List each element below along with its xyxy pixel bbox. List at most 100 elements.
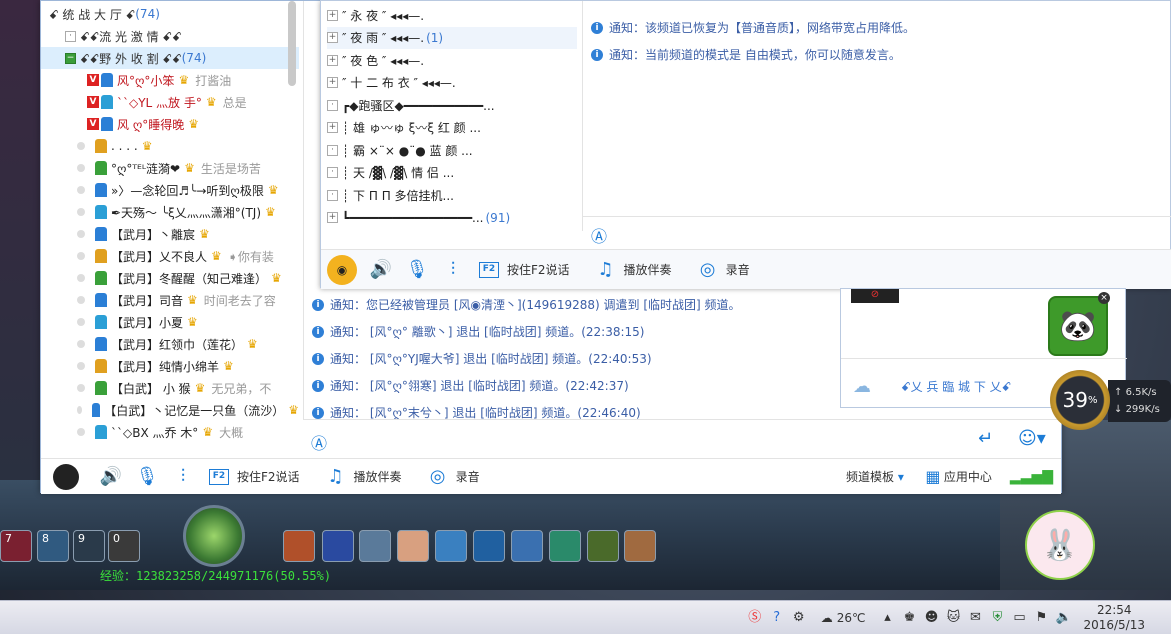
channel-row[interactable]: ꗃ 统 战 大 厅 ꗃ (74) [41,3,299,25]
expand-icon[interactable]: · [327,189,338,201]
font-format-icon[interactable]: Ⓐ [591,223,607,247]
record-button[interactable]: 录音 [726,261,750,278]
expand-icon[interactable]: + [327,77,338,88]
action-center-icon[interactable]: ⚑ [1033,610,1049,626]
skill-slot[interactable]: 9 [73,530,105,562]
channel-row[interactable]: + ┗━━━━━━━━━━━━━━━━━... (91) [327,207,577,229]
channel-row[interactable]: + ″ 夜 雨 ″ ◂◂◂—. (1) [327,26,577,49]
microphone-icon[interactable]: 🎙 [399,259,435,280]
weather-widget[interactable]: ☁ 26℃ [821,611,866,625]
expand-icon[interactable]: + [327,54,338,66]
expand-icon[interactable]: · [65,30,76,42]
channel-row[interactable]: + ″ 夜 色 ″ ◂◂◂—. [327,49,577,71]
net-speed-widget[interactable]: ↑ 6.5K/s ↓ 299K/s 39% [1050,370,1171,432]
pet-avatar[interactable]: 🐰 [1025,510,1095,580]
user-row[interactable]: 【白武】 小 猴 ♛ 无兄弟，不 [41,377,299,399]
settings-icon[interactable]: ⚙ [791,610,807,626]
shield-icon[interactable]: ⛨ [989,610,1005,626]
channel-row[interactable]: · ┏◆跑骚区◆━━━━━━━━━━━... [327,94,577,116]
mixer-icon[interactable]: ⫶ [435,259,471,280]
expand-icon[interactable]: + [327,122,338,133]
cat-tray-icon[interactable]: 🐱 [945,610,961,626]
expand-icon[interactable]: · [327,144,338,156]
expand-icon[interactable]: + [327,212,338,223]
user-row[interactable]: V 风 ღ°睡得晚 ♛ [41,113,299,135]
network-icon[interactable]: ▭ [1011,610,1027,626]
user-row[interactable]: 【武月】纯情小绵羊 ♛ [41,355,299,377]
skill-slot[interactable] [359,530,391,562]
user-row[interactable]: V 风°ღ°小笨 ♛ 打酱油 [41,69,299,91]
expand-icon[interactable]: · [327,99,338,111]
user-row[interactable]: 【武月】冬醒醒（知己难逢） ♛ [41,267,299,289]
tray-expand-icon[interactable]: ▴ [879,610,895,626]
mini-channel-name[interactable]: ꗃ乂 兵 臨 城 下 乂ꗃ [901,378,1011,395]
skill-slot[interactable]: 0 [108,530,140,562]
channel-template-dropdown[interactable]: 频道模板 ▾ [846,468,904,485]
speaker-icon[interactable]: 🔊 [363,259,399,280]
user-row[interactable]: . . . . ♛ [41,135,299,157]
skill-orb[interactable] [183,505,245,567]
skill-slot[interactable] [549,530,581,562]
mixer-icon[interactable]: ⫶ [165,466,201,487]
app-grid-icon[interactable]: ▦ [922,467,944,486]
user-row[interactable]: 【武月】司音 ♛ 时间老去了容 [41,289,299,311]
channel-row[interactable]: · ┊ 霸 ×¨× ●¨● 蓝 颜 ... [327,139,577,161]
channel-row[interactable]: + ″ 十 二 布 衣 ″ ◂◂◂—. [327,72,577,94]
volume-icon[interactable]: 🔈 [1055,610,1071,626]
font-format-icon[interactable]: Ⓐ [311,430,327,454]
mask-avatar[interactable]: ◉ [327,254,357,285]
speaker-icon[interactable]: 🔊 [93,466,129,487]
channel-row[interactable]: + ┊ 雄 ゅ〰ゅ ξ〰ξ 红 颜 ... [327,117,577,139]
play-accompaniment-button[interactable]: 播放伴奏 [624,261,672,278]
qq-tray-icon[interactable]: ☻ [923,610,939,626]
user-row[interactable]: V ``◇YL 灬放 手° ♛ 总是 [41,91,299,113]
expand-icon[interactable]: · [327,167,338,178]
record-icon[interactable]: ◎ [690,259,726,280]
chat-input-row[interactable]: Ⓐ ↵ ☺▾ [303,419,1061,459]
push-to-talk-button[interactable]: 按住F2说话 [237,468,300,485]
user-row[interactable]: 【武月】小夏 ♛ [41,311,299,333]
system-clock[interactable]: 22:54 2016/5/13 [1083,603,1145,633]
channel-row[interactable]: · ┊ 下 Π Π 多倍挂机... [327,184,577,206]
user-row[interactable]: °ღ°ᵀᴱᴸ涟漪❤ ♛ 生活是场苦 [41,157,299,179]
skill-slot[interactable] [322,530,354,562]
user-row[interactable]: 【武月】丶離宸 ♛ [41,223,299,245]
record-button[interactable]: 录音 [456,468,480,485]
record-icon[interactable]: ◎ [420,466,456,487]
push-to-talk-button[interactable]: 按住F2说话 [507,261,570,278]
tree-scrollbar[interactable] [288,1,296,86]
help-icon[interactable]: ? [769,610,785,626]
send-icon[interactable]: ↵ [978,428,993,449]
user-row[interactable]: ``◇BX 灬乔 木° ♛ 大概 [41,421,299,443]
channel-row[interactable]: − ꗃꗃ野 外 收 割 ꗃꗃ (74) [41,47,299,69]
skill-slot[interactable] [587,530,619,562]
expand-icon[interactable]: + [327,9,338,21]
skill-slot[interactable]: 8 [37,530,69,562]
microphone-icon[interactable]: 🎙 [129,466,165,487]
chat-tray-icon[interactable]: ✉ [967,610,983,626]
skill-slot[interactable]: 7 [0,530,32,562]
avatar[interactable] [53,463,79,490]
popup-chat-input[interactable]: Ⓐ [583,216,1171,248]
play-accompaniment-button[interactable]: 播放伴奏 [354,468,402,485]
skill-slot[interactable] [511,530,543,562]
collapse-icon[interactable]: − [65,52,76,64]
skill-slot[interactable] [624,530,656,562]
channel-row[interactable]: + ″ 永 夜 ″ ◂◂◂—. [327,4,577,26]
user-row[interactable]: 【武月】红领巾（莲花） ♛ [41,333,299,355]
skill-slot[interactable] [283,530,315,562]
music-note-icon[interactable]: ♫ [588,259,624,280]
channel-row[interactable]: · ꗃꗃ流 光 激 情 ꗃꗃ [41,25,299,47]
close-icon[interactable]: × [1098,292,1110,304]
expand-icon[interactable]: + [327,32,338,43]
skill-slot[interactable] [435,530,467,562]
channel-row[interactable]: · ┊ 天 /▓\ /▓\ 情 侣 ... [327,162,577,184]
user-row[interactable]: 【白武】丶记忆是一只鱼（流沙） ♛ [41,399,299,421]
game-tray-icon[interactable]: ♚ [901,610,917,626]
user-row[interactable]: »〉—念轮回♬╰→听到ღ极限 ♛ [41,179,299,201]
app-center-button[interactable]: 应用中心 [944,468,992,485]
skill-slot[interactable] [397,530,429,562]
sogou-icon[interactable]: Ⓢ [747,610,763,626]
user-row[interactable]: 【武月】乂不良人 ♛ ➧你有装 [41,245,299,267]
panda-avatar[interactable]: 🐼 [1048,296,1108,356]
